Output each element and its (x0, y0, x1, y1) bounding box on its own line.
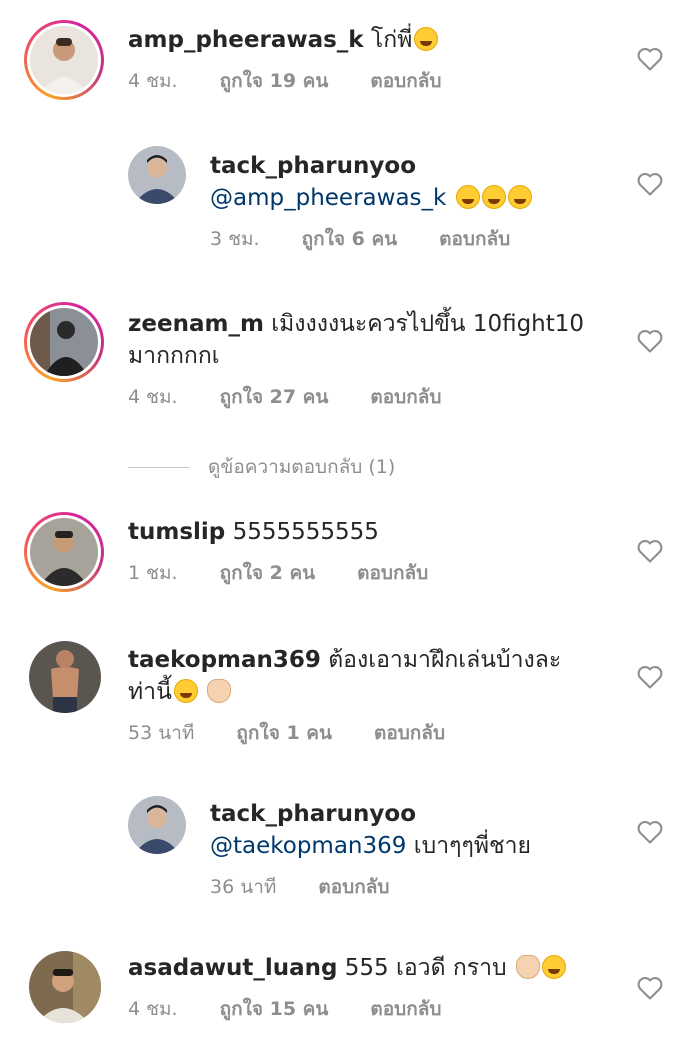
comment-text-cont: ท่านี้ (128, 679, 172, 705)
view-replies-label: ดูข้อความตอบกลับ (1) (208, 456, 396, 478)
avatar-story-ring[interactable] (24, 302, 104, 382)
reply-button[interactable]: ตอบกลับ (370, 994, 441, 1024)
reply-button[interactable]: ตอบกลับ (370, 382, 441, 412)
heart-outline-icon[interactable] (636, 819, 664, 845)
view-replies-button[interactable]: ดูข้อความตอบกลับ (1) (128, 452, 395, 482)
comment-username[interactable]: tack_pharunyoo (210, 153, 416, 179)
comment-username[interactable]: asadawut_luang (128, 955, 337, 981)
comment-time: 36 นาที (210, 876, 277, 898)
praying-hands-icon (515, 955, 540, 979)
comment-text-cont: มากกกกเ (128, 343, 220, 369)
rofl-emoji-icon (173, 679, 198, 703)
laughing-emoji-icon (414, 27, 439, 51)
avatar-story-ring[interactable] (24, 20, 104, 100)
heart-outline-icon[interactable] (636, 46, 664, 72)
reply-button[interactable]: ตอบกลับ (370, 66, 441, 96)
comment-text: 555 เอวดี กราบ (344, 955, 507, 981)
reply-button[interactable]: ตอบกลับ (374, 718, 445, 748)
comment-text: 5555555555 (232, 519, 379, 545)
rofl-emoji-icon (507, 185, 532, 209)
comment-text: โก่พี่ (370, 27, 413, 53)
avatar (30, 308, 98, 376)
comment-text: เบาๆๆพี่ชาย (413, 833, 531, 859)
comment-username[interactable]: taekopman369 (128, 647, 321, 673)
comment-time: 4 ชม. (128, 386, 178, 408)
mention-link[interactable]: @taekopman369 (210, 833, 406, 859)
comment-username[interactable]: tumslip (128, 519, 225, 545)
mention-link[interactable]: @amp_pheerawas_k (210, 185, 446, 211)
comment-text: ต้องเอามาฝึกเล่นบ้างละ (328, 647, 562, 673)
heart-outline-icon[interactable] (636, 328, 664, 354)
comment-username[interactable]: zeenam_m (128, 311, 264, 337)
comment-time: 4 ชม. (128, 70, 178, 92)
heart-outline-icon[interactable] (636, 975, 664, 1001)
laughing-emoji-icon (541, 955, 566, 979)
avatar-wrap (126, 794, 188, 856)
comment-text: เมิงงงงนะควรไปขึ้น 10fight10 (271, 311, 585, 337)
avatar-wrap (28, 640, 102, 714)
avatar[interactable] (128, 146, 186, 204)
avatar[interactable] (128, 796, 186, 854)
comment-username[interactable]: tack_pharunyoo (210, 801, 416, 827)
rofl-emoji-icon (481, 185, 506, 209)
avatar[interactable] (29, 951, 101, 1023)
avatar-story-ring[interactable] (24, 512, 104, 592)
divider-line (128, 466, 190, 468)
likes-count[interactable]: ถูกใจ 15 คน (220, 994, 329, 1024)
likes-count[interactable]: ถูกใจ 27 คน (220, 382, 329, 412)
comment-username[interactable]: amp_pheerawas_k (128, 27, 364, 53)
comment-time: 3 ชม. (210, 228, 260, 250)
avatar[interactable] (29, 641, 101, 713)
heart-outline-icon[interactable] (636, 171, 664, 197)
comment-time: 1 ชม. (128, 562, 178, 584)
reply-button[interactable]: ตอบกลับ (357, 558, 428, 588)
reply-button[interactable]: ตอบกลับ (318, 872, 389, 902)
rofl-emoji-icon (455, 185, 480, 209)
avatar-wrap (28, 950, 102, 1024)
likes-count[interactable]: ถูกใจ 19 คน (220, 66, 329, 96)
likes-count[interactable]: ถูกใจ 2 คน (220, 558, 316, 588)
reply-button[interactable]: ตอบกลับ (439, 224, 510, 254)
call-me-hand-icon (207, 679, 232, 703)
comment-time: 53 นาที (128, 722, 195, 744)
likes-count[interactable]: ถูกใจ 1 คน (236, 718, 332, 748)
likes-count[interactable]: ถูกใจ 6 คน (302, 224, 398, 254)
avatar (30, 518, 98, 586)
heart-outline-icon[interactable] (636, 664, 664, 690)
comment-time: 4 ชม. (128, 998, 178, 1020)
avatar (30, 26, 98, 94)
avatar-wrap (126, 144, 188, 206)
heart-outline-icon[interactable] (636, 538, 664, 564)
